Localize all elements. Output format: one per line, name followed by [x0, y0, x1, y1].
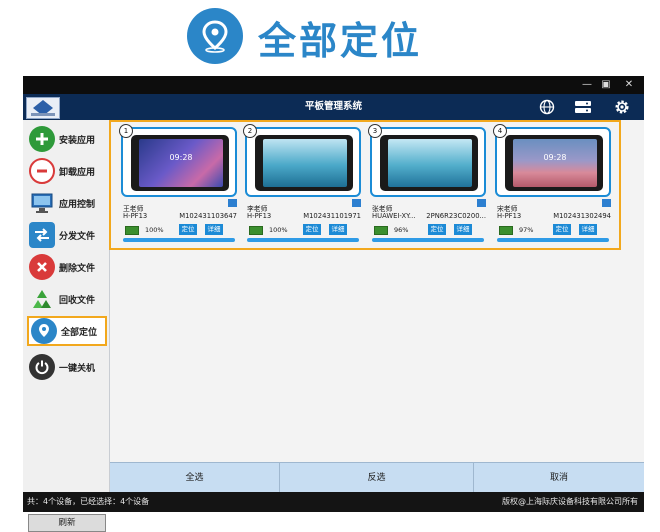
copyright-text: 版权@上海际庆设备科技有限公司所有 — [502, 497, 638, 506]
arrows-icon — [29, 222, 55, 248]
sidebar-item-app-control[interactable]: 应用控制 — [29, 188, 107, 218]
flag-icon — [228, 199, 237, 207]
tablet-image — [255, 135, 353, 191]
device-model: HUAWEI-XY... — [372, 212, 416, 220]
device-card[interactable]: 09:28 1 王老师 H-PF13 M102431103647 100% 定位… — [119, 124, 241, 247]
selection-bar — [497, 238, 609, 242]
tablet-image — [380, 135, 478, 191]
location-icon — [31, 318, 57, 344]
selection-bar — [372, 238, 484, 242]
detail-button[interactable]: 详细 — [454, 224, 472, 235]
sidebar-item-label: 全部定位 — [61, 327, 98, 338]
select-all-button[interactable]: 全选 — [110, 463, 280, 493]
hero-title: 全部定位 — [258, 19, 423, 63]
tablet-image: 09:28 — [505, 135, 603, 191]
device-screen: 09:28 — [121, 127, 237, 197]
device-card[interactable]: 09:28 4 宋老师 H-PF13 M102431302494 97% 定位 … — [493, 124, 615, 247]
sidebar-item-label: 安装应用 — [59, 135, 96, 146]
device-serial: M102431101971 — [303, 212, 361, 220]
sidebar-item-label: 应用控制 — [59, 199, 96, 210]
refresh-button[interactable]: 刷新 — [28, 514, 106, 532]
window-titlebar: — ▣ ✕ — [23, 76, 644, 94]
invert-selection-button[interactable]: 反选 — [280, 463, 474, 493]
sidebar: 安装应用 卸载应用 应用控制 分发文件 删除文件 回收文件 全部定位 一键关机 … — [23, 120, 110, 532]
globe-icon[interactable] — [538, 98, 556, 116]
flag-icon — [602, 199, 611, 207]
device-serial: 2PN6R23C0200... — [426, 212, 486, 220]
sidebar-item-delete-file[interactable]: 删除文件 — [29, 252, 107, 282]
screen-clock: 09:28 — [169, 153, 193, 162]
selection-bar — [247, 238, 359, 242]
battery-percent: 100% — [145, 226, 164, 234]
server-icon[interactable] — [574, 98, 592, 116]
sidebar-item-label: 回收文件 — [59, 295, 96, 306]
battery-percent: 96% — [394, 226, 409, 234]
x-icon — [29, 254, 55, 280]
locate-button[interactable]: 定位 — [303, 224, 321, 235]
plus-icon — [29, 126, 55, 152]
company-logo — [26, 97, 60, 119]
cancel-button[interactable]: 取消 — [474, 463, 644, 493]
device-count-status: 共：4个设备，已经选择：4个设备 — [27, 497, 150, 506]
tablet-image: 09:28 — [131, 135, 229, 191]
locate-button[interactable]: 定位 — [428, 224, 446, 235]
sidebar-item-label: 一键关机 — [59, 363, 96, 374]
battery-percent: 97% — [519, 226, 534, 234]
device-number: 1 — [119, 124, 133, 138]
battery-icon — [374, 226, 388, 235]
device-screen: 09:28 — [495, 127, 611, 197]
location-icon — [187, 8, 243, 64]
monitor-icon — [29, 190, 55, 216]
minus-icon — [29, 158, 55, 184]
battery-icon — [249, 226, 263, 235]
device-screen — [245, 127, 361, 197]
device-card[interactable]: 3 张老师 HUAWEI-XY... 2PN6R23C0200... 96% 定… — [368, 124, 490, 247]
sidebar-item-shutdown[interactable]: 一键关机 — [29, 352, 107, 382]
sidebar-item-label: 分发文件 — [59, 231, 96, 242]
selection-bar — [123, 238, 235, 242]
app-header: 平板管理系统 — [23, 94, 644, 120]
power-icon — [29, 354, 55, 380]
locate-button[interactable]: 定位 — [179, 224, 197, 235]
detail-button[interactable]: 详细 — [329, 224, 347, 235]
sidebar-item-locate-all[interactable]: 全部定位 — [27, 316, 107, 346]
flag-icon — [477, 199, 486, 207]
action-bar: 全选 反选 取消 — [110, 462, 644, 493]
device-number: 2 — [243, 124, 257, 138]
flag-icon — [352, 199, 361, 207]
screen-clock: 09:28 — [543, 153, 567, 162]
app-window: — ▣ ✕ 平板管理系统 安装应用 卸载应用 应用控制 分发文件 删除文件 回收… — [23, 76, 644, 532]
recycle-icon — [29, 286, 55, 312]
hero-header: 全部定位 — [0, 0, 660, 76]
device-number: 4 — [493, 124, 507, 138]
battery-percent: 100% — [269, 226, 288, 234]
device-serial: M102431103647 — [179, 212, 237, 220]
device-model: H-PF13 — [123, 212, 148, 220]
sidebar-item-label: 卸载应用 — [59, 167, 96, 178]
battery-icon — [499, 226, 513, 235]
close-button[interactable]: ✕ — [620, 77, 638, 93]
device-model: H-PF13 — [497, 212, 522, 220]
sidebar-item-recycle-file[interactable]: 回收文件 — [29, 284, 107, 314]
sidebar-item-uninstall-app[interactable]: 卸载应用 — [29, 156, 107, 186]
device-model: H-PF13 — [247, 212, 272, 220]
device-card[interactable]: 2 李老师 H-PF13 M102431101971 100% 定位 详细 — [243, 124, 365, 247]
device-grid: 09:28 1 王老师 H-PF13 M102431103647 100% 定位… — [109, 120, 621, 250]
device-serial: M102431302494 — [553, 212, 611, 220]
status-bar: 共：4个设备，已经选择：4个设备 版权@上海际庆设备科技有限公司所有 — [23, 492, 644, 512]
device-screen — [370, 127, 486, 197]
sidebar-item-label: 删除文件 — [59, 263, 96, 274]
detail-button[interactable]: 详细 — [579, 224, 597, 235]
minimize-button[interactable]: — — [578, 77, 596, 93]
locate-button[interactable]: 定位 — [553, 224, 571, 235]
sidebar-item-install-app[interactable]: 安装应用 — [29, 124, 107, 154]
battery-icon — [125, 226, 139, 235]
maximize-button[interactable]: ▣ — [597, 77, 615, 93]
device-number: 3 — [368, 124, 382, 138]
gear-icon[interactable] — [613, 98, 631, 116]
sidebar-item-distribute-file[interactable]: 分发文件 — [29, 220, 107, 250]
detail-button[interactable]: 详细 — [205, 224, 223, 235]
